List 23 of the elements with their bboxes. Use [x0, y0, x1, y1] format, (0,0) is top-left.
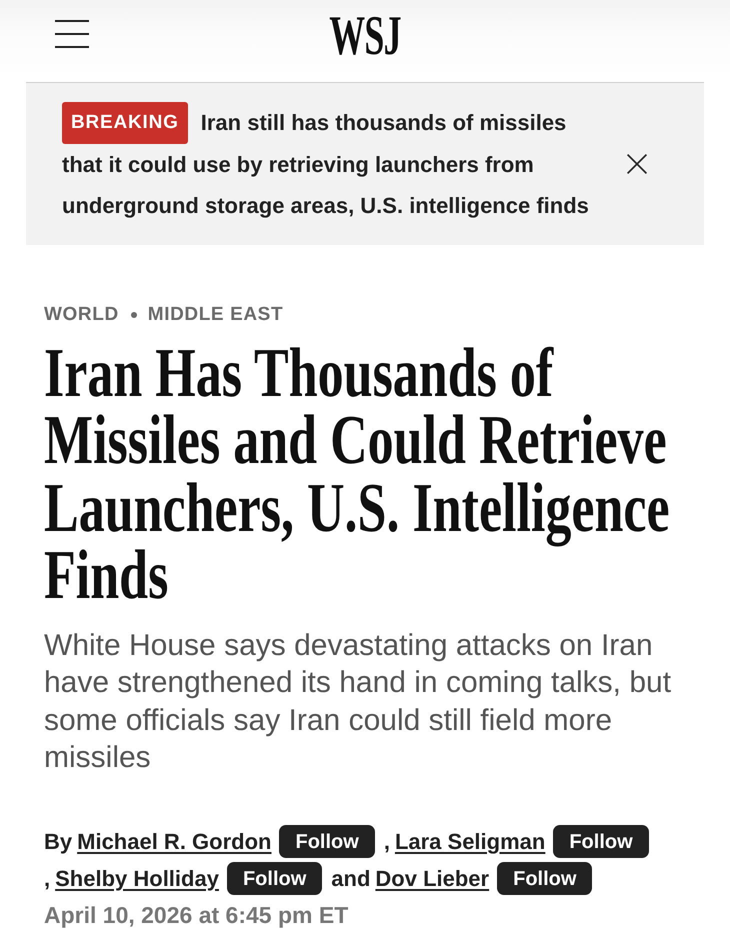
- follow-button[interactable]: Follow: [226, 862, 322, 896]
- author-link[interactable]: Michael R. Gordon: [77, 828, 272, 855]
- menu-icon[interactable]: [55, 20, 89, 48]
- section-link[interactable]: MIDDLE EAST: [148, 302, 284, 327]
- author-link[interactable]: Shelby Holliday: [55, 866, 219, 892]
- byline-text: ,: [44, 866, 50, 892]
- follow-button[interactable]: Follow: [497, 862, 592, 896]
- publish-date: April 10, 2026 at 6:45 pm ET: [44, 901, 350, 930]
- section-link[interactable]: WORLD: [44, 302, 119, 327]
- follow-button[interactable]: Follow: [279, 825, 375, 858]
- author-link[interactable]: Lara Seligman: [394, 828, 546, 855]
- breaking-badge: BREAKING: [62, 102, 188, 144]
- breaking-news-link[interactable]: BREAKING Iran still has thousands of missiles that it could use by retrieving launchers from underground storage areas, U.S. intelligence finds: [62, 102, 600, 226]
- close-icon[interactable]: [627, 154, 647, 174]
- byline-text: By: [44, 828, 72, 855]
- author-link[interactable]: Dov Lieber: [375, 866, 490, 892]
- separator-dot-icon: [130, 312, 137, 318]
- article-summary: White House says devastating attacks on Iran have strengthened its hand in coming talks, but some officials say Iran could still field more missiles: [44, 628, 672, 776]
- byline-text: ,: [384, 828, 390, 855]
- article-headline: Iran Has Thousands of Missiles and Could Retrieve Launchers, U.S. Intelligence Finds: [44, 340, 671, 610]
- follow-button[interactable]: Follow: [553, 825, 649, 858]
- byline-text: and: [331, 866, 370, 892]
- site-logo[interactable]: WSJ: [329, 8, 401, 64]
